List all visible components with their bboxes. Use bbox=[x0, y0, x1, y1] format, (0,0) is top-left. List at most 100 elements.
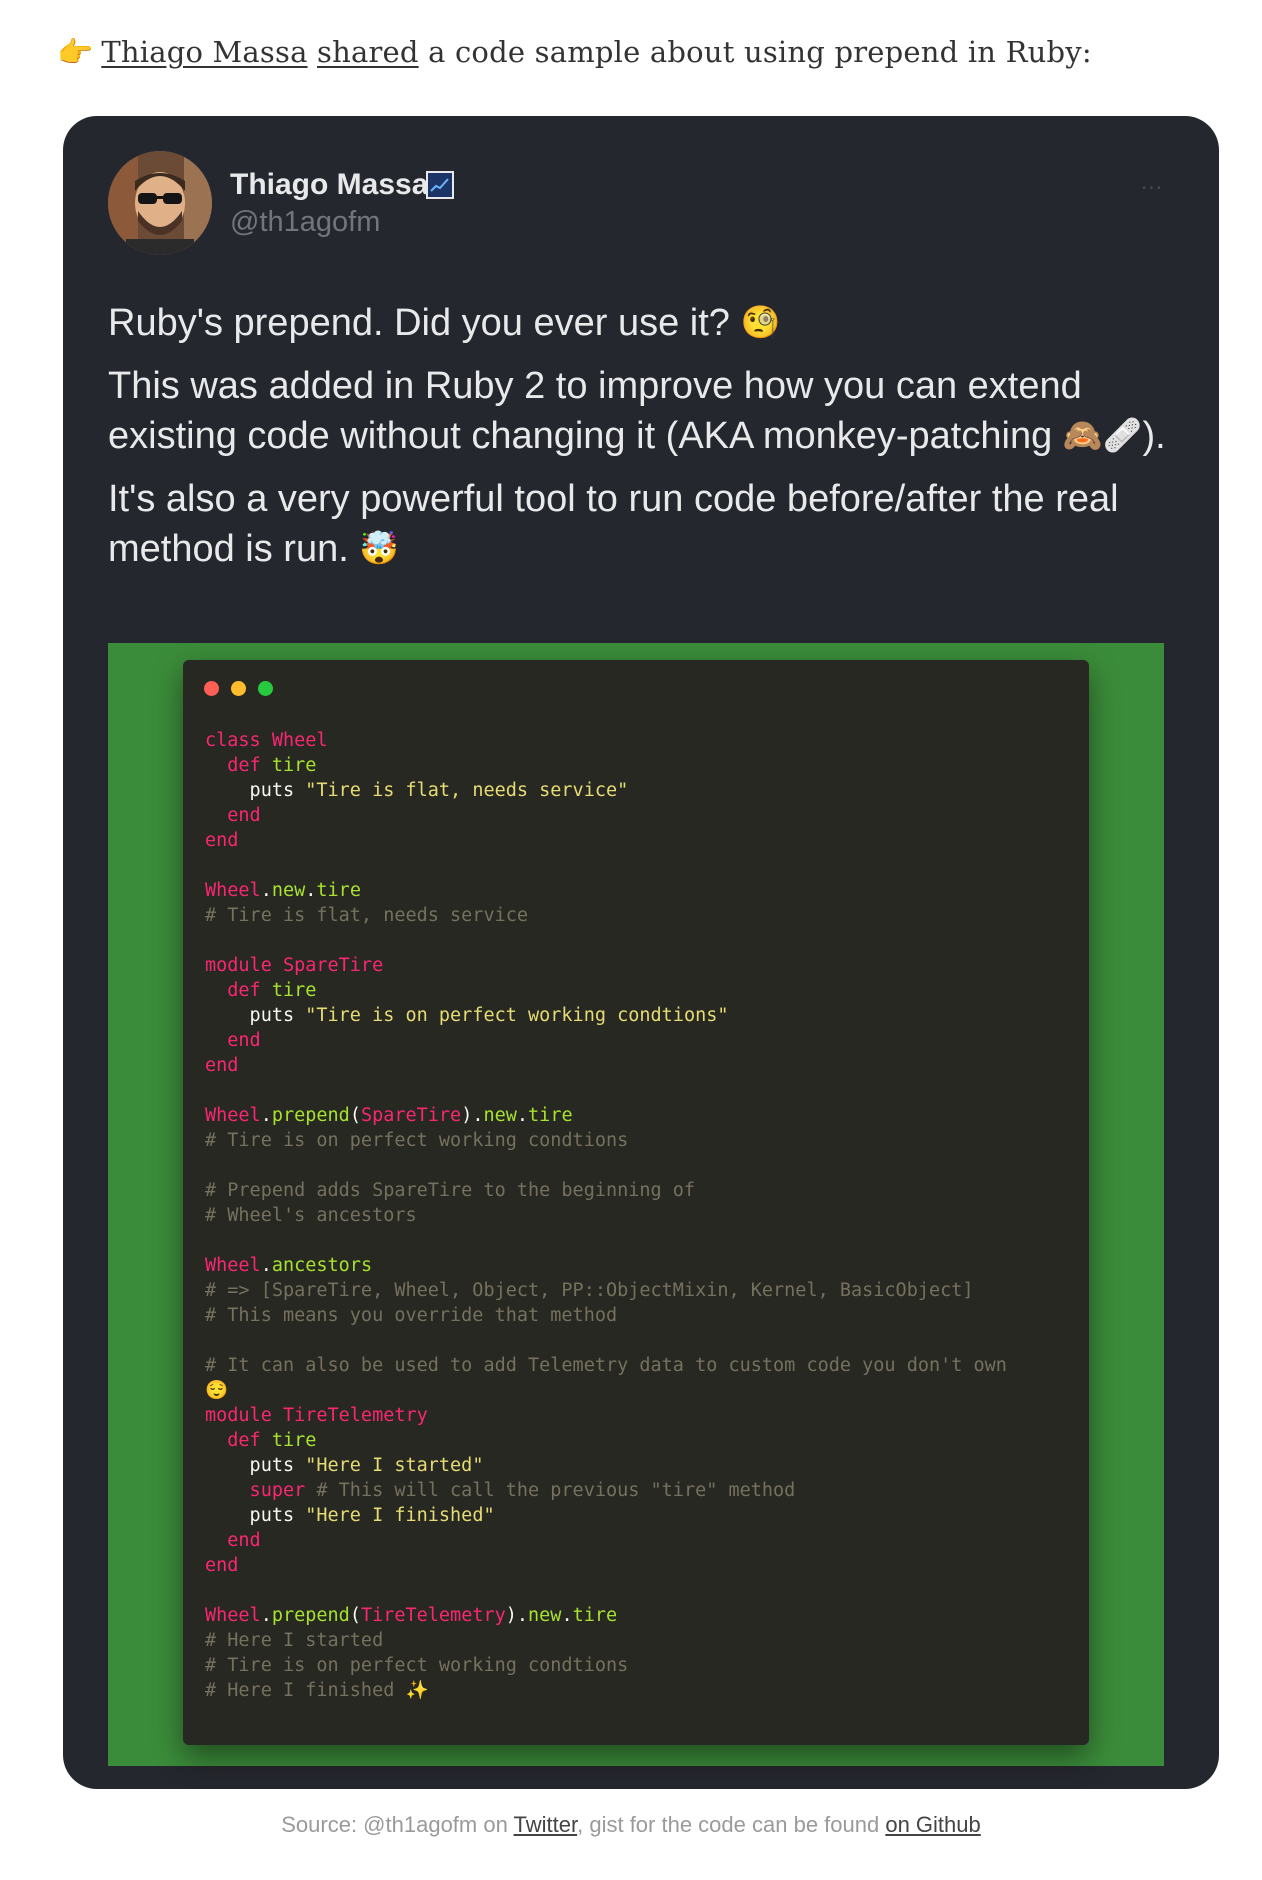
code-line: def tire bbox=[205, 1428, 1007, 1453]
code-token: # Prepend adds SpareTire to the beginnin… bbox=[205, 1180, 696, 1201]
code-line: end bbox=[205, 1528, 1007, 1553]
code-token: ). bbox=[461, 1105, 484, 1126]
code-line: # Here I started bbox=[205, 1628, 1007, 1653]
code-token: end bbox=[205, 1530, 261, 1551]
code-token: # Tire is flat, needs service bbox=[205, 905, 529, 926]
code-token: "Here I started" bbox=[305, 1455, 484, 1476]
face-with-monocle-icon: 🧐 bbox=[740, 304, 781, 340]
tweet-paragraph: This was added in Ruby 2 to improve how … bbox=[108, 362, 1168, 461]
code-token: class bbox=[205, 730, 272, 751]
code-token: Wheel bbox=[205, 880, 261, 901]
code-line: class Wheel bbox=[205, 728, 1007, 753]
code-line: # Tire is on perfect working condtions bbox=[205, 1128, 1007, 1153]
pointing-hand-icon: 👉 bbox=[57, 35, 94, 69]
code-line: # Wheel's ancestors bbox=[205, 1203, 1007, 1228]
tweet-paragraph: It's also a very powerful tool to run co… bbox=[108, 475, 1168, 574]
caption-text: Source: @th1agofm on bbox=[281, 1812, 508, 1837]
code-token: ✨ bbox=[405, 1680, 429, 1701]
code-token: TireTelemetry bbox=[360, 1605, 506, 1626]
code-line: end bbox=[205, 1553, 1007, 1578]
code-token: "Tire is on perfect working condtions" bbox=[305, 1005, 729, 1026]
code-line: Wheel.prepend(TireTelemetry).new.tire bbox=[205, 1603, 1007, 1628]
tweet-card: Thiago Massa @th1agofm ··· Ruby's prepen… bbox=[63, 116, 1219, 1789]
code-token: "Tire is flat, needs service" bbox=[305, 780, 629, 801]
shared-link[interactable]: shared bbox=[317, 35, 419, 69]
code-token: # Here I finished bbox=[205, 1680, 406, 1701]
code-line: end bbox=[205, 828, 1007, 853]
code-token: ancestors bbox=[271, 1255, 373, 1276]
caption-text: , gist for the code can be found bbox=[577, 1812, 880, 1837]
code-block: class Wheel def tire puts "Tire is flat,… bbox=[205, 728, 1007, 1703]
code-token: . bbox=[260, 880, 272, 901]
tweet-paragraph: Ruby's prepend. Did you ever use it? 🧐 bbox=[108, 298, 1168, 348]
code-token: # => [SpareTire, Wheel, Object, PP::Obje… bbox=[205, 1280, 974, 1301]
code-token: tire bbox=[271, 980, 317, 1001]
source-caption: Source: @th1agofm on Twitter, gist for t… bbox=[0, 1812, 1262, 1838]
author-name[interactable]: Thiago Massa bbox=[230, 168, 428, 202]
code-token: tire bbox=[316, 880, 361, 901]
code-token: end bbox=[205, 805, 261, 826]
code-token: . bbox=[561, 1605, 573, 1626]
code-line: puts "Here I finished" bbox=[205, 1503, 1007, 1528]
code-token: Wheel bbox=[205, 1255, 261, 1276]
intro-text: a code sample about using prepend in Rub… bbox=[428, 35, 1092, 69]
twitter-link[interactable]: Twitter bbox=[514, 1812, 578, 1837]
code-token: . bbox=[260, 1255, 272, 1276]
code-line: end bbox=[205, 803, 1007, 828]
code-token: SpareTire bbox=[360, 1105, 462, 1126]
code-line: end bbox=[205, 1028, 1007, 1053]
code-line: def tire bbox=[205, 753, 1007, 778]
code-token: puts bbox=[205, 1005, 306, 1026]
code-token: def bbox=[205, 755, 272, 776]
code-token: module bbox=[205, 1405, 283, 1426]
close-dot-icon bbox=[204, 681, 219, 696]
code-token: TireTelemetry bbox=[282, 1405, 428, 1426]
code-line: Wheel.new.tire bbox=[205, 878, 1007, 903]
code-line: Wheel.ancestors bbox=[205, 1253, 1007, 1278]
code-token: def bbox=[205, 980, 272, 1001]
code-line: Wheel.prepend(SpareTire).new.tire bbox=[205, 1103, 1007, 1128]
author-handle[interactable]: @th1agofm bbox=[230, 206, 380, 239]
code-token: "Here I finished" bbox=[305, 1505, 495, 1526]
avatar[interactable] bbox=[108, 151, 212, 255]
code-token: Wheel bbox=[205, 1105, 261, 1126]
code-token: end bbox=[205, 1030, 261, 1051]
code-line: # Here I finished ✨ bbox=[205, 1678, 1007, 1703]
code-line: puts "Tire is on perfect working condtio… bbox=[205, 1003, 1007, 1028]
code-token: puts bbox=[205, 780, 306, 801]
code-token: ( bbox=[349, 1605, 361, 1626]
code-token: . bbox=[516, 1105, 529, 1126]
code-line: 😌 bbox=[205, 1378, 1007, 1403]
code-token: end bbox=[205, 1555, 239, 1576]
more-options-icon[interactable]: ··· bbox=[1141, 176, 1163, 200]
code-token: # Tire is on perfect working condtions bbox=[205, 1655, 629, 1676]
tweet-media[interactable]: class Wheel def tire puts "Tire is flat,… bbox=[108, 643, 1164, 1766]
author-link[interactable]: Thiago Massa bbox=[101, 35, 307, 69]
chart-badge-icon bbox=[426, 171, 454, 199]
code-token: module bbox=[205, 955, 283, 976]
tweet-text: Ruby's prepend. Did you ever use it? 🧐 T… bbox=[108, 298, 1168, 588]
code-token: puts bbox=[205, 1455, 306, 1476]
code-line: puts "Here I started" bbox=[205, 1453, 1007, 1478]
code-line: module SpareTire bbox=[205, 953, 1007, 978]
code-token: # This will call the previous "tire" met… bbox=[305, 1480, 796, 1501]
maximize-dot-icon bbox=[258, 681, 273, 696]
code-token: end bbox=[205, 830, 239, 851]
code-token: tire bbox=[271, 1430, 317, 1451]
code-line: super # This will call the previous "tir… bbox=[205, 1478, 1007, 1503]
code-token: def bbox=[205, 1430, 272, 1451]
github-link[interactable]: on Github bbox=[885, 1812, 980, 1837]
code-token: Wheel bbox=[271, 730, 328, 751]
code-token: tire bbox=[271, 755, 317, 776]
code-token: ( bbox=[349, 1105, 361, 1126]
window-controls bbox=[204, 681, 285, 701]
code-token: Wheel bbox=[205, 1605, 261, 1626]
code-line: module TireTelemetry bbox=[205, 1403, 1007, 1428]
code-line: # Prepend adds SpareTire to the beginnin… bbox=[205, 1178, 1007, 1203]
